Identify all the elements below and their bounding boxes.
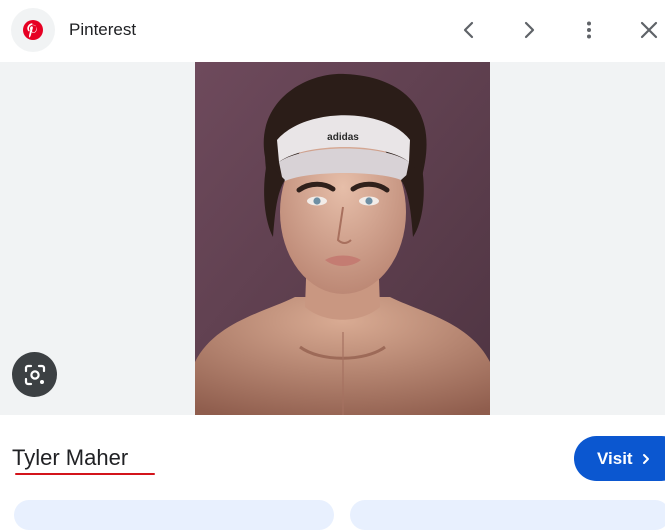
related-chip[interactable] [14, 500, 334, 530]
image-viewer: adidas [0, 62, 665, 415]
visit-button[interactable]: Visit [574, 436, 665, 481]
viewer-header: Pinterest [0, 0, 665, 62]
chevron-right-icon[interactable] [514, 15, 544, 45]
visit-label: Visit [597, 448, 633, 468]
svg-text:adidas: adidas [327, 132, 359, 143]
google-lens-icon[interactable] [12, 352, 57, 397]
preview-image[interactable]: adidas [195, 62, 490, 415]
site-name[interactable]: Pinterest [69, 20, 136, 40]
result-title[interactable]: Tyler Maher [12, 445, 128, 471]
pinterest-logo-icon[interactable] [11, 8, 55, 52]
more-vert-icon[interactable] [574, 15, 604, 45]
related-chip[interactable] [350, 500, 665, 530]
close-icon[interactable] [634, 15, 664, 45]
title-underline [15, 473, 155, 475]
chevron-right-icon [642, 453, 649, 464]
chevron-left-icon[interactable] [454, 15, 484, 45]
